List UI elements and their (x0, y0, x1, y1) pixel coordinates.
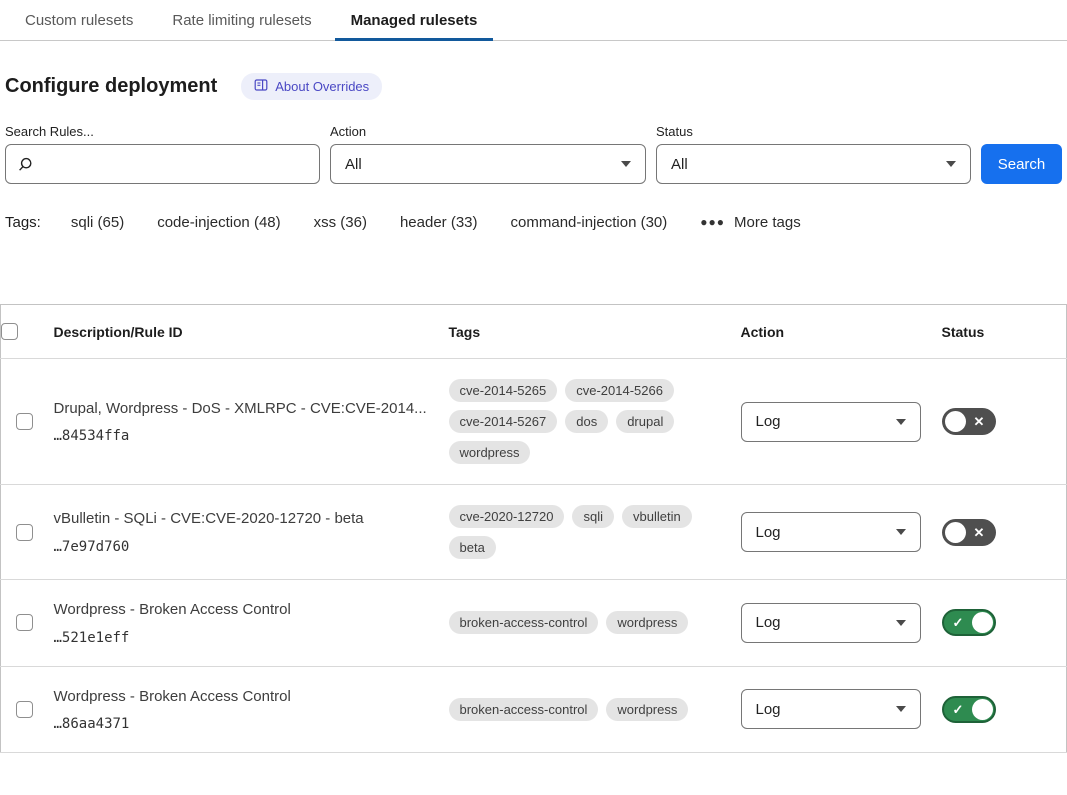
toggle-knob (945, 522, 966, 543)
action-filter-label: Action (330, 124, 646, 139)
action-select[interactable]: Log (741, 603, 921, 643)
tag-pill: cve-2014-5266 (565, 379, 674, 402)
tag-pill: cve-2014-5267 (449, 410, 558, 433)
tag-pill: wordpress (606, 698, 688, 721)
rule-id: …7e97d760 (54, 539, 449, 555)
status-toggle[interactable]: ✕ (942, 408, 996, 435)
column-header-action: Action (741, 305, 942, 359)
tag-pill: drupal (616, 410, 674, 433)
row-checkbox[interactable] (16, 413, 33, 430)
rule-description: Wordpress - Broken Access Control (54, 600, 449, 620)
tag-pill: cve-2020-12720 (449, 505, 565, 528)
chevron-down-icon (896, 529, 906, 535)
action-select[interactable]: Log (741, 402, 921, 442)
book-icon (254, 78, 268, 95)
status-filter-value: All (671, 156, 688, 173)
rules-table: Description/Rule ID Tags Action Status D… (0, 304, 1067, 753)
action-filter-value: All (345, 156, 362, 173)
tag-pill: wordpress (606, 611, 688, 634)
tag-filter[interactable]: code-injection (48) (157, 214, 280, 231)
toggle-knob (972, 612, 993, 633)
more-tags-label: More tags (734, 214, 801, 231)
search-rules-label: Search Rules... (5, 124, 320, 139)
rule-tags: broken-access-control wordpress (449, 698, 721, 721)
tab-managed-rulesets[interactable]: Managed rulesets (335, 0, 494, 40)
chevron-down-icon (896, 620, 906, 626)
table-row: Wordpress - Broken Access Control …521e1… (1, 580, 1067, 667)
rule-tags: cve-2014-5265 cve-2014-5266 cve-2014-5267 d… (449, 379, 721, 464)
status-toggle[interactable]: ✓ (942, 609, 996, 636)
tags-bar-label: Tags: (5, 214, 41, 231)
chevron-down-icon (946, 161, 956, 167)
tag-pill: beta (449, 536, 496, 559)
tags-bar-items: sqli (65) code-injection (48) xss (36) head… (71, 214, 667, 231)
row-checkbox[interactable] (16, 701, 33, 718)
more-tags-button[interactable]: ●●● More tags (700, 214, 800, 231)
toggle-state-icon: ✕ (966, 526, 993, 539)
search-icon (17, 156, 34, 173)
action-select[interactable]: Log (741, 689, 921, 729)
rule-description: vBulletin - SQLi - CVE:CVE-2020-12720 - … (54, 509, 449, 529)
tab-custom-rulesets[interactable]: Custom rulesets (9, 0, 149, 40)
status-toggle[interactable]: ✕ (942, 519, 996, 546)
tab-rate-limiting-rulesets[interactable]: Rate limiting rulesets (156, 0, 327, 40)
rule-tags: broken-access-control wordpress (449, 611, 721, 634)
tag-filter[interactable]: header (33) (400, 214, 478, 231)
table-header-row: Description/Rule ID Tags Action Status (1, 305, 1067, 359)
tab-bar: Custom rulesets Rate limiting rulesets M… (0, 0, 1067, 41)
search-button[interactable]: Search (981, 144, 1062, 184)
status-filter-select[interactable]: All (656, 144, 971, 184)
tag-pill: vbulletin (622, 505, 692, 528)
tag-filter[interactable]: command-injection (30) (511, 214, 668, 231)
rule-description: Wordpress - Broken Access Control (54, 687, 449, 707)
row-checkbox[interactable] (16, 614, 33, 631)
about-overrides-link[interactable]: About Overrides (241, 73, 382, 100)
action-select-value: Log (756, 413, 781, 430)
column-header-tags: Tags (449, 305, 741, 359)
tag-pill: cve-2014-5265 (449, 379, 558, 402)
about-overrides-label: About Overrides (275, 79, 369, 94)
toggle-state-icon: ✓ (945, 616, 972, 629)
action-select-value: Log (756, 614, 781, 631)
tag-pill: sqli (572, 505, 614, 528)
table-row: Drupal, Wordpress - DoS - XMLRPC - CVE:C… (1, 359, 1067, 485)
tag-pill: wordpress (449, 441, 531, 464)
chevron-down-icon (896, 419, 906, 425)
row-checkbox[interactable] (16, 524, 33, 541)
rule-tags: cve-2020-12720 sqli vbulletin beta (449, 505, 721, 559)
tags-bar: Tags: sqli (65) code-injection (48) xss (3… (5, 214, 1062, 231)
tag-pill: broken-access-control (449, 698, 599, 721)
toggle-knob (945, 411, 966, 432)
column-header-status: Status (942, 305, 1067, 359)
heading-row: Configure deployment About Overrides (5, 73, 1062, 100)
page-title: Configure deployment (5, 75, 217, 98)
action-select-value: Log (756, 701, 781, 718)
action-select[interactable]: Log (741, 512, 921, 552)
toggle-state-icon: ✓ (945, 703, 972, 716)
status-filter-label: Status (656, 124, 971, 139)
tag-pill: dos (565, 410, 608, 433)
toggle-state-icon: ✕ (966, 415, 993, 428)
rule-id: …86aa4371 (54, 716, 449, 732)
action-select-value: Log (756, 524, 781, 541)
column-header-description: Description/Rule ID (54, 305, 449, 359)
rule-description: Drupal, Wordpress - DoS - XMLRPC - CVE:C… (54, 399, 449, 419)
tag-filter[interactable]: sqli (65) (71, 214, 124, 231)
table-row: Wordpress - Broken Access Control …86aa4… (1, 666, 1067, 753)
rule-id: …521e1eff (54, 630, 449, 646)
search-rules-input[interactable] (5, 144, 320, 184)
rule-id: …84534ffa (54, 428, 449, 444)
toggle-knob (972, 699, 993, 720)
table-row: vBulletin - SQLi - CVE:CVE-2020-12720 - … (1, 485, 1067, 580)
ellipsis-icon: ●●● (700, 215, 725, 229)
tag-filter[interactable]: xss (36) (314, 214, 367, 231)
action-filter-select[interactable]: All (330, 144, 646, 184)
tag-pill: broken-access-control (449, 611, 599, 634)
chevron-down-icon (896, 706, 906, 712)
filters-row: Search Rules... Action All Status All (5, 124, 1062, 184)
chevron-down-icon (621, 161, 631, 167)
status-toggle[interactable]: ✓ (942, 696, 996, 723)
select-all-checkbox[interactable] (1, 323, 18, 340)
